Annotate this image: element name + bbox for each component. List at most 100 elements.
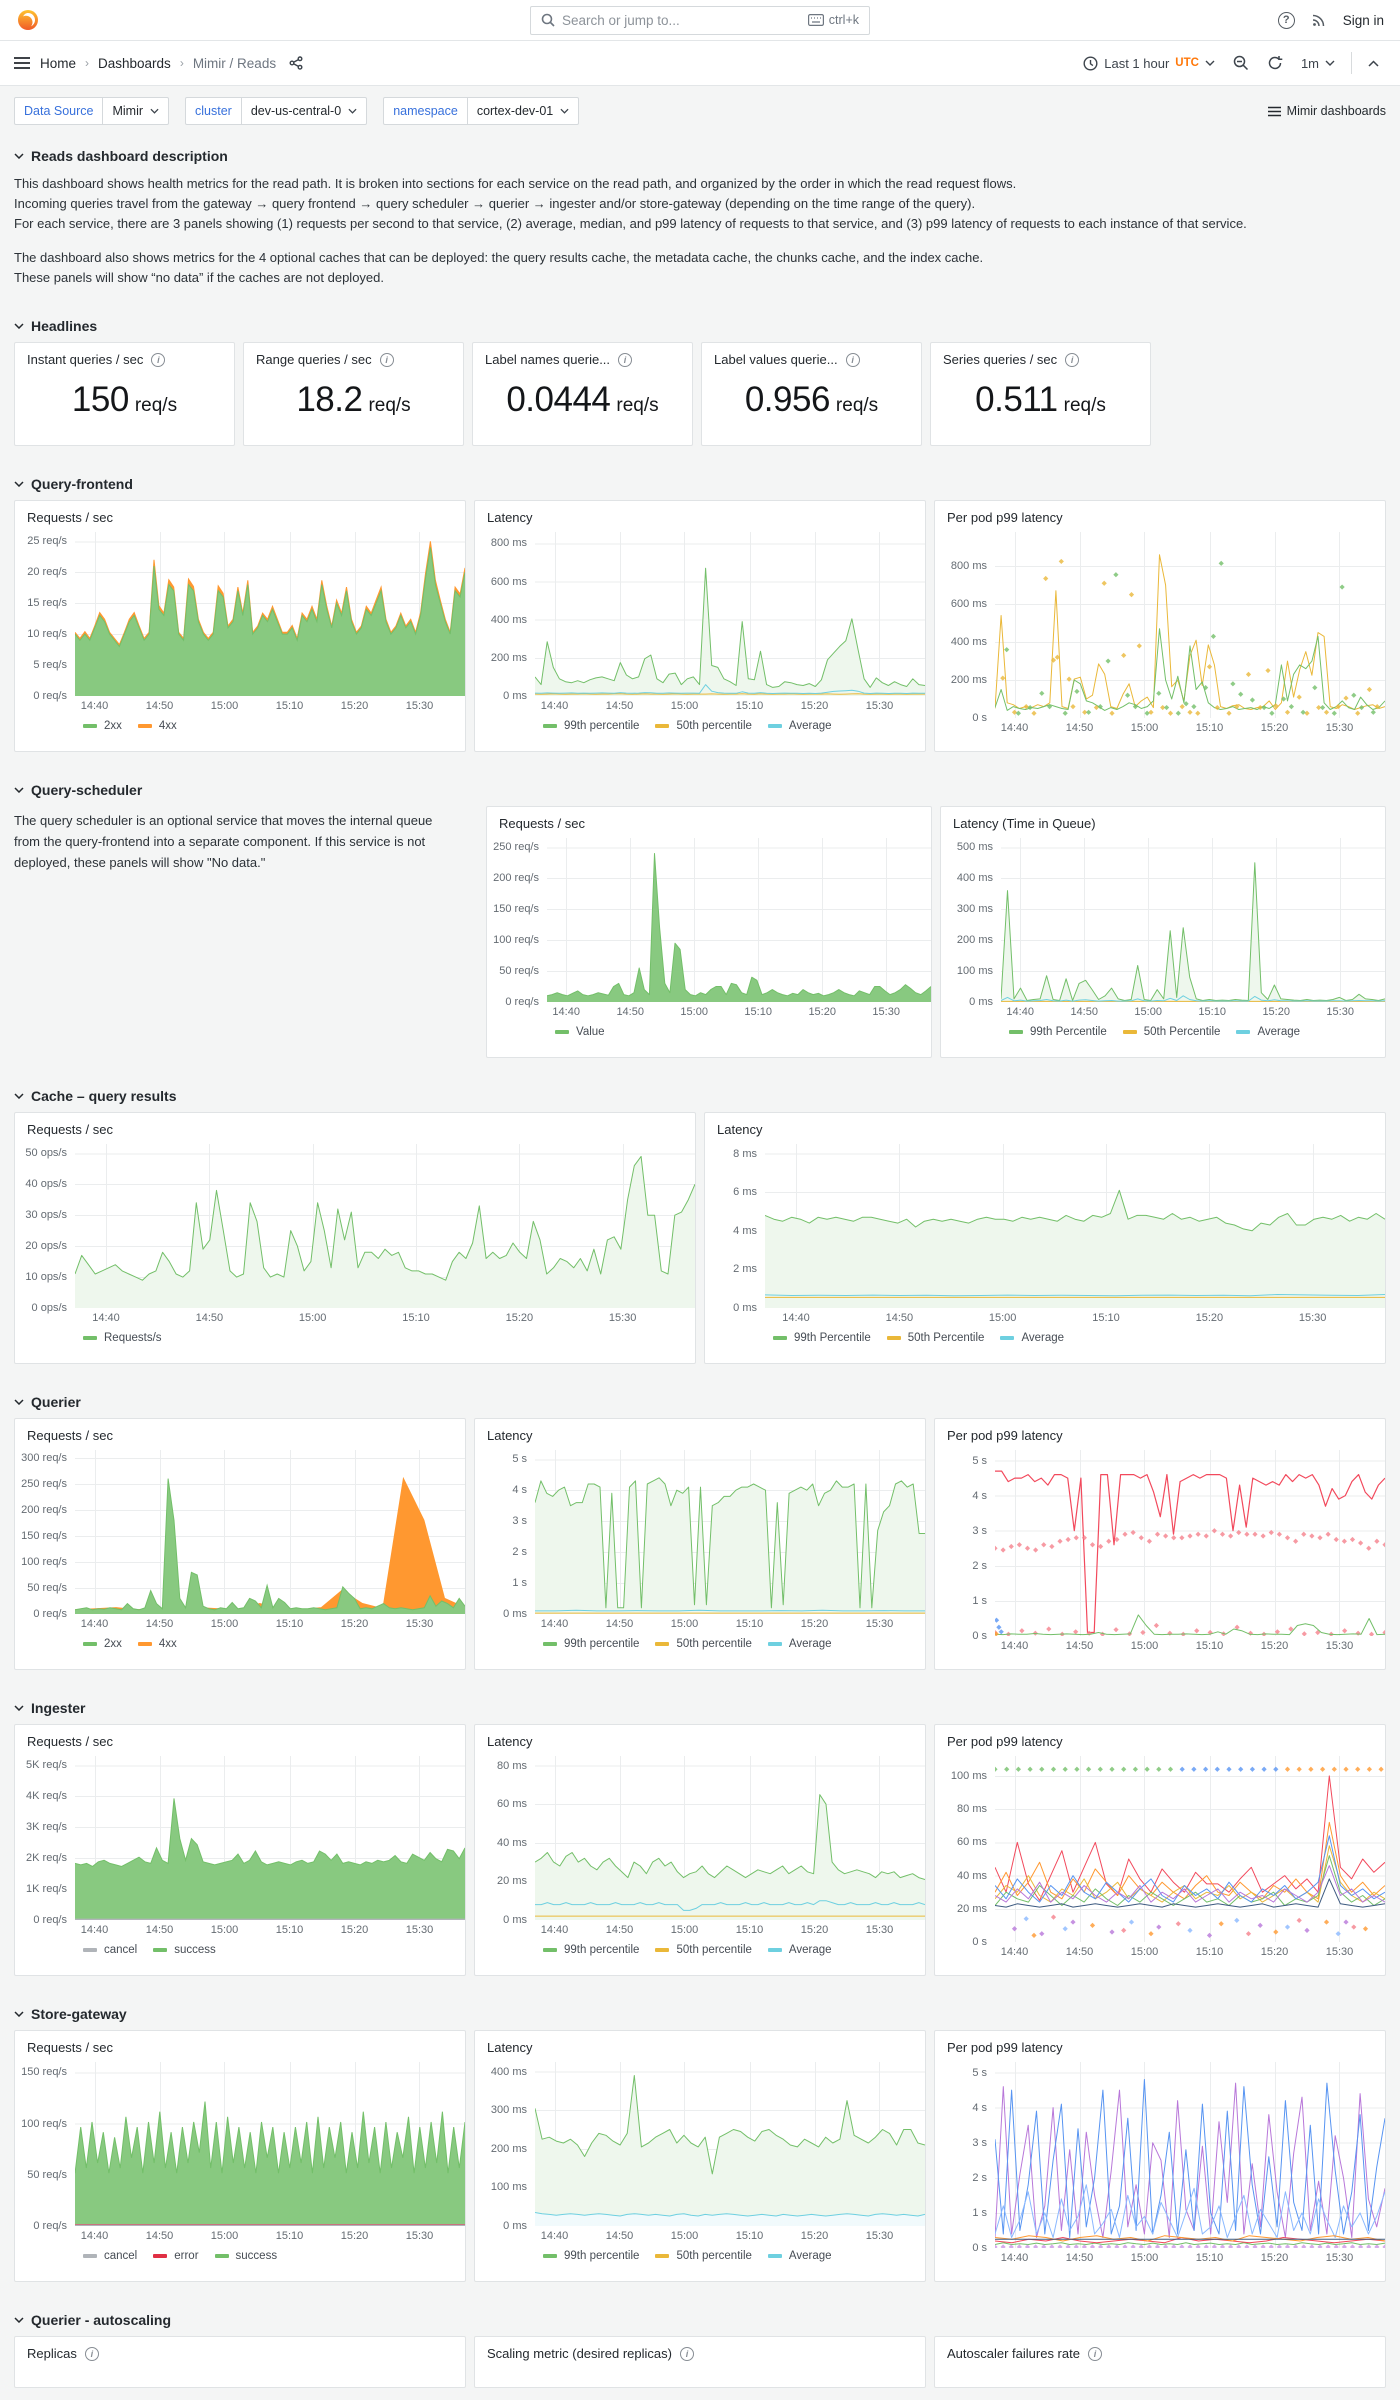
section-cache-query-results[interactable]: Cache – query results: [14, 1088, 1386, 1104]
section-query-scheduler[interactable]: Query-scheduler: [14, 782, 1386, 798]
grafana-logo[interactable]: [16, 8, 40, 32]
panel-title[interactable]: Latency (Time in Queue): [941, 807, 1385, 834]
timeseries-chart[interactable]: 0 ms 100 ms 200 ms 300 ms 400 ms 14:40 14:50 15…: [475, 2062, 925, 2262]
legend-item[interactable]: 99th percentile: [543, 720, 639, 732]
panel-title[interactable]: Latency: [475, 1419, 925, 1446]
breadcrumb-dashboards[interactable]: Dashboards: [98, 56, 171, 71]
legend-item[interactable]: 2xx: [83, 1638, 122, 1650]
timeseries-chart[interactable]: 0 s 1 s 2 s 3 s 4 s 5 s 14:40 14:50 15:00 15:10 15…: [935, 2062, 1385, 2270]
section-headlines[interactable]: Headlines: [14, 318, 1386, 334]
panel-title[interactable]: Requests / sec: [487, 807, 931, 834]
timeseries-chart[interactable]: 0 ms 100 ms 200 ms 300 ms 400 ms 500 ms 14:40 1…: [941, 838, 1385, 1038]
timeseries-chart[interactable]: 0 ms 2 ms 4 ms 6 ms 8 ms 14:40 14:50 15:00 15:10…: [705, 1144, 1385, 1344]
legend-item[interactable]: Average: [767, 1638, 832, 1650]
legend-item[interactable]: 50th Percentile: [886, 1332, 984, 1344]
info-icon[interactable]: [679, 2346, 694, 2361]
panel-title[interactable]: Requests / sec: [15, 1419, 465, 1446]
refresh-button[interactable]: [1260, 50, 1290, 76]
panel-title[interactable]: Scaling metric (desired replicas): [487, 2346, 672, 2361]
legend-item[interactable]: 99th percentile: [543, 1638, 639, 1650]
share-button[interactable]: [289, 56, 303, 70]
timeseries-chart[interactable]: 0 ms 20 ms 40 ms 60 ms 80 ms 14:40 14:50 15:00 1…: [475, 1756, 925, 1956]
panel-title[interactable]: Per pod p99 latency: [935, 1725, 1385, 1752]
panel-title[interactable]: Instant queries / sec: [27, 352, 143, 367]
panel-title[interactable]: Requests / sec: [15, 1113, 695, 1140]
panel-title[interactable]: Latency: [475, 501, 925, 528]
timeseries-chart[interactable]: 0 ms 1 s 2 s 3 s 4 s 5 s 14:40 14:50 15:00 15:10 1…: [475, 1450, 925, 1650]
legend-item[interactable]: 2xx: [83, 720, 122, 732]
panel-title[interactable]: Series queries / sec: [943, 352, 1057, 367]
panel-title[interactable]: Per pod p99 latency: [935, 1419, 1385, 1446]
timeseries-chart[interactable]: 0 req/s 5 req/s 10 req/s 15 req/s 20 req/s 25…: [15, 532, 465, 732]
timeseries-chart[interactable]: 0 s 20 ms 40 ms 60 ms 80 ms 100 ms 14:40 14:50 1…: [935, 1756, 1385, 1964]
legend-item[interactable]: 99th percentile: [543, 1944, 639, 1956]
legend-item[interactable]: 99th Percentile: [773, 1332, 871, 1344]
info-icon[interactable]: [618, 352, 633, 367]
timeseries-chart[interactable]: 0 req/s 1K req/s 2K req/s 3K req/s 4K req/s 5…: [15, 1756, 465, 1956]
legend-item[interactable]: cancel: [83, 2250, 137, 2262]
legend-item[interactable]: Average: [767, 2250, 832, 2262]
info-icon[interactable]: [1087, 2346, 1102, 2361]
timeseries-chart[interactable]: 0 s 200 ms 400 ms 600 ms 800 ms 14:40 14:50 15:…: [935, 532, 1385, 740]
search-input[interactable]: Search or jump to... ctrl+k: [530, 5, 870, 35]
panel-title[interactable]: Latency: [475, 2031, 925, 2058]
info-icon[interactable]: [379, 352, 394, 367]
legend-item[interactable]: Average: [767, 720, 832, 732]
section-store-gateway[interactable]: Store-gateway: [14, 2006, 1386, 2022]
panel-title[interactable]: Requests / sec: [15, 2031, 465, 2058]
legend-item[interactable]: success: [153, 1944, 216, 1956]
panel-title[interactable]: Requests / sec: [15, 501, 465, 528]
mimir-dashboards-button[interactable]: Mimir dashboards: [1267, 104, 1386, 118]
legend-item[interactable]: Value: [555, 1026, 605, 1038]
timeseries-chart[interactable]: 0 ops/s 10 ops/s 20 ops/s 30 ops/s 40 ops/s 5…: [15, 1144, 695, 1344]
legend-item[interactable]: Average: [1000, 1332, 1064, 1344]
section-query-frontend[interactable]: Query-frontend: [14, 476, 1386, 492]
section-ingester[interactable]: Ingester: [14, 1700, 1386, 1716]
help-icon[interactable]: [1277, 11, 1295, 29]
panel-title[interactable]: Label names querie...: [485, 352, 610, 367]
legend-item[interactable]: cancel: [83, 1944, 137, 1956]
panel-title[interactable]: Per pod p99 latency: [935, 501, 1385, 528]
timeseries-chart[interactable]: 0 s 1 s 2 s 3 s 4 s 5 s 14:40 14:50 15:00 15:10 15…: [935, 1450, 1385, 1658]
panel-title[interactable]: Latency: [705, 1113, 1385, 1140]
variable-select-namespace[interactable]: cortex-dev-01: [467, 97, 580, 125]
timeseries-chart[interactable]: 0 req/s 50 req/s 100 req/s 150 req/s 200 req…: [487, 838, 931, 1038]
info-icon[interactable]: [151, 352, 166, 367]
panel-title[interactable]: Per pod p99 latency: [935, 2031, 1385, 2058]
legend-item[interactable]: 50th percentile: [655, 1638, 752, 1650]
zoom-out-button[interactable]: [1226, 50, 1256, 76]
timeseries-chart[interactable]: 0 req/s 50 req/s 100 req/s 150 req/s 200 req…: [15, 1450, 465, 1650]
sign-in-button[interactable]: Sign in: [1343, 13, 1384, 28]
panel-title[interactable]: Requests / sec: [15, 1725, 465, 1752]
legend-item[interactable]: 50th percentile: [655, 2250, 752, 2262]
panel-title[interactable]: Replicas: [27, 2346, 77, 2361]
legend-item[interactable]: 4xx: [137, 1638, 177, 1650]
legend-item[interactable]: Average: [767, 1944, 832, 1956]
section-description[interactable]: Reads dashboard description: [14, 148, 1386, 164]
info-icon[interactable]: [84, 2346, 99, 2361]
legend-item[interactable]: 50th Percentile: [1122, 1026, 1220, 1038]
legend-item[interactable]: error: [153, 2250, 199, 2262]
breadcrumb-home[interactable]: Home: [40, 56, 76, 71]
panel-title[interactable]: Autoscaler failures rate: [947, 2346, 1080, 2361]
legend-item[interactable]: success: [214, 2250, 277, 2262]
legend-item[interactable]: 99th Percentile: [1009, 1026, 1107, 1038]
legend-item[interactable]: 4xx: [137, 720, 177, 732]
legend-item[interactable]: Average: [1236, 1026, 1300, 1038]
panel-title[interactable]: Range queries / sec: [256, 352, 372, 367]
info-icon[interactable]: [1065, 352, 1080, 367]
refresh-interval-picker[interactable]: 1m: [1294, 51, 1342, 76]
panel-title[interactable]: Label values querie...: [714, 352, 838, 367]
legend-item[interactable]: 99th percentile: [543, 2250, 639, 2262]
variable-select-cluster[interactable]: dev-us-central-0: [241, 97, 368, 125]
news-icon[interactable]: [1311, 12, 1327, 28]
legend-item[interactable]: 50th percentile: [655, 720, 752, 732]
section-querier[interactable]: Querier: [14, 1394, 1386, 1410]
menu-toggle[interactable]: [14, 56, 30, 70]
legend-item[interactable]: 50th percentile: [655, 1944, 752, 1956]
info-icon[interactable]: [845, 352, 860, 367]
timeseries-chart[interactable]: 0 ms 200 ms 400 ms 600 ms 800 ms 14:40 14:50 15…: [475, 532, 925, 732]
timeseries-chart[interactable]: 0 req/s 50 req/s 100 req/s 150 req/s 14:40 14…: [15, 2062, 465, 2262]
legend-item[interactable]: Requests/s: [83, 1332, 162, 1344]
time-range-picker[interactable]: Last 1 hour UTC: [1076, 51, 1222, 76]
